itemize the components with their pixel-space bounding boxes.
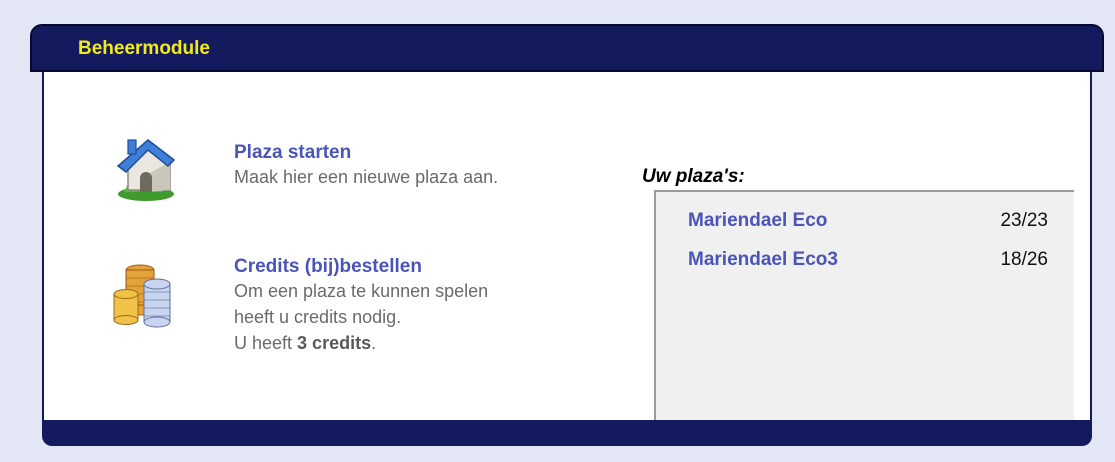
credits-line-2: heeft u credits nodig. [234,307,402,327]
plaza-row[interactable]: Mariendael Eco 23/23 [688,210,1048,238]
plaza-name[interactable]: Mariendael Eco [688,210,827,232]
credits-prefix: U heeft [234,333,298,353]
plaza-starten-block: Plaza starten Maak hier een nieuwe plaza… [234,142,498,190]
house-icon[interactable] [108,134,180,206]
plaza-score: 23/23 [1000,210,1048,231]
credits-value: 3 credits [297,333,372,353]
plazas-list: Mariendael Eco 23/23 Mariendael Eco3 18/… [654,190,1074,430]
panel-content: Plaza starten Maak hier een nieuwe plaza… [42,72,1092,430]
panel-footer [42,420,1092,446]
beheermodule-panel: Beheermodule Plaza starten Maak hier een… [30,24,1104,448]
credits-suffix: . [371,333,377,353]
plaza-name[interactable]: Mariendael Eco3 [688,249,838,271]
plazas-heading: Uw plaza's: [642,166,745,187]
plaza-starten-link[interactable]: Plaza starten [234,142,498,164]
credits-line-1: Om een plaza te kunnen spelen [234,281,489,301]
plaza-row[interactable]: Mariendael Eco3 18/26 [688,249,1048,277]
panel-header: Beheermodule [30,24,1104,72]
credits-balance: U heeft 3 credits. [234,330,488,356]
credits-bestellen-link[interactable]: Credits (bij)bestellen [234,256,488,278]
plaza-starten-description: Maak hier een nieuwe plaza aan. [234,167,499,187]
panel-title: Beheermodule [78,38,210,59]
plaza-score: 18/26 [1000,249,1048,270]
coins-icon[interactable] [110,260,174,332]
credits-block: Credits (bij)bestellen Om een plaza te k… [234,256,488,356]
